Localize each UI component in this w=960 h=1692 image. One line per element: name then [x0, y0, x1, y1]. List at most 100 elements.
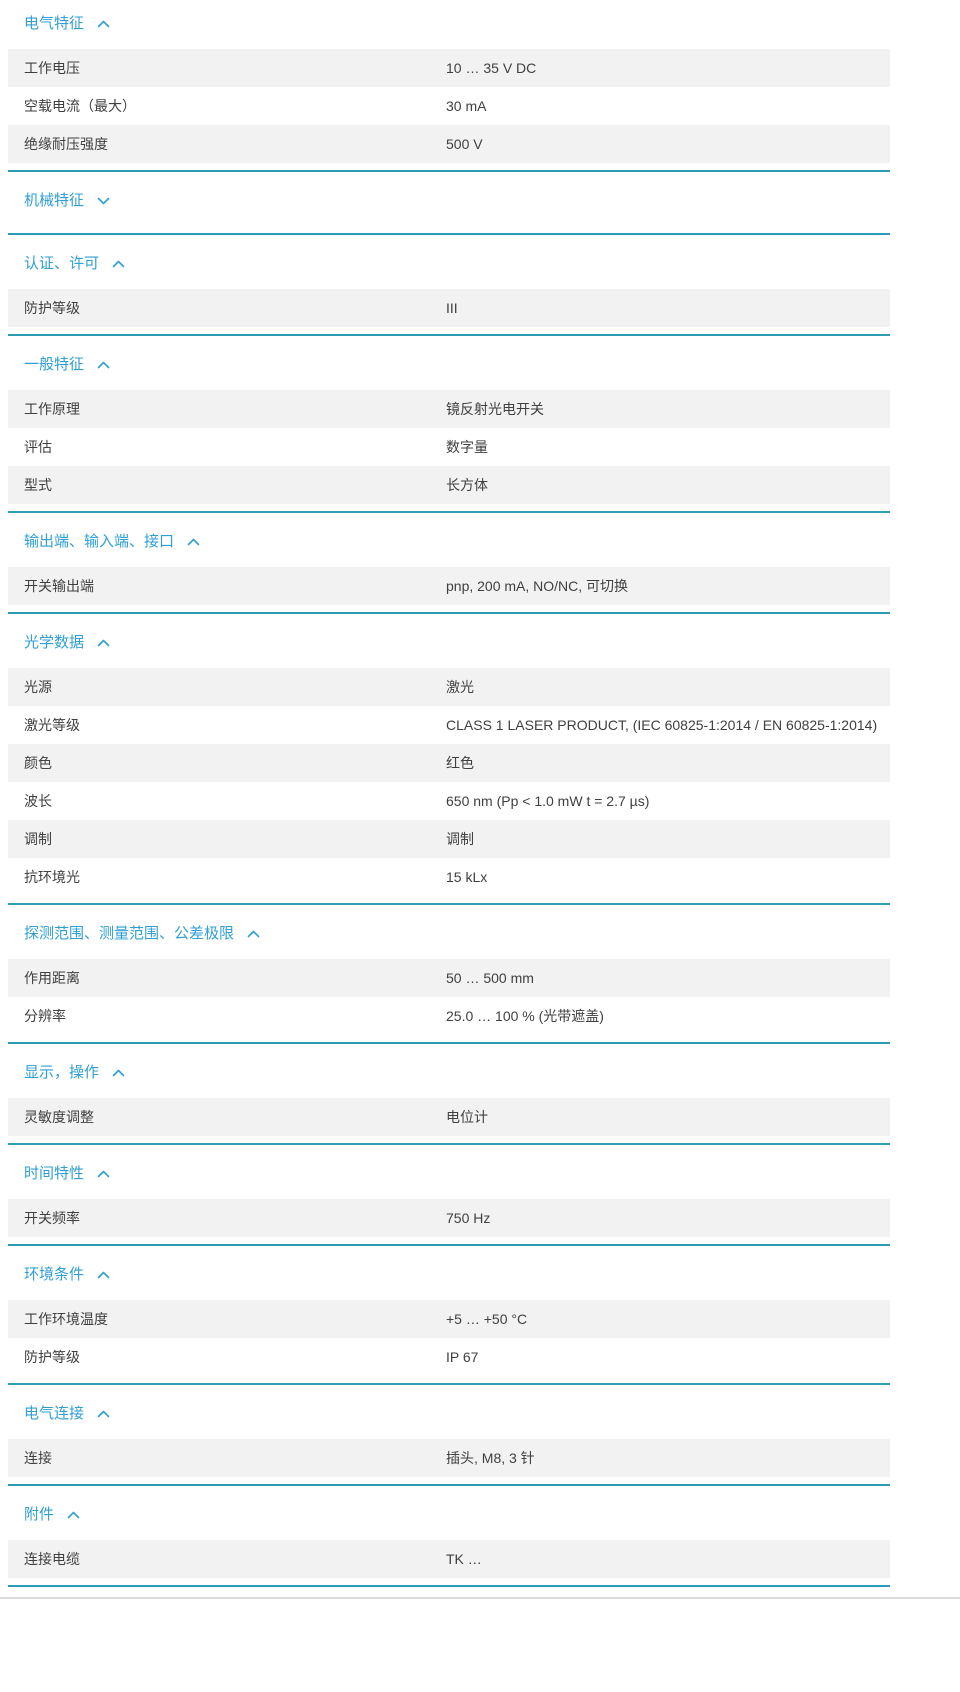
spec-row: 防护等级 III: [8, 289, 890, 327]
section-rows: 防护等级 III: [8, 289, 890, 327]
spec-label: 绝缘耐压强度: [24, 136, 108, 152]
section-header-time[interactable]: 时间特性: [8, 1145, 890, 1199]
spec-value: 插头, M8, 3 针: [446, 1450, 535, 1466]
spec-row: 灵敏度调整 电位计: [8, 1098, 890, 1136]
spec-label: 激光等级: [24, 717, 80, 733]
spec-row: 工作电压 10 … 35 V DC: [8, 49, 890, 87]
spec-label: 空载电流（最大）: [24, 98, 136, 114]
chevron-up-icon: [112, 1069, 125, 1077]
section-rows: 连接电缆 TK …: [8, 1540, 890, 1578]
spec-label: 开关频率: [24, 1210, 80, 1226]
spec-value: pnp, 200 mA, NO/NC, 可切换: [446, 578, 629, 594]
spec-row: 评估 数字量: [8, 428, 890, 466]
spec-label: 连接电缆: [24, 1551, 80, 1567]
section-header-detection-range[interactable]: 探测范围、测量范围、公差极限: [8, 905, 890, 959]
section-header-electrical[interactable]: 电气特征: [8, 0, 890, 49]
section-accessories: 附件 连接电缆 TK …: [8, 1486, 890, 1587]
spec-value: 50 … 500 mm: [446, 970, 534, 986]
section-rows: 作用距离 50 … 500 mm 分辨率 25.0 … 100 % (光带遮盖): [8, 959, 890, 1035]
section-rows: 连接 插头, M8, 3 针: [8, 1439, 890, 1477]
spec-label: 灵敏度调整: [24, 1109, 94, 1125]
spec-row: 作用距离 50 … 500 mm: [8, 959, 890, 997]
section-title: 附件: [24, 1506, 55, 1523]
spec-value: 10 … 35 V DC: [446, 60, 537, 76]
spec-label: 型式: [24, 477, 52, 493]
spec-label: 抗环境光: [24, 869, 80, 885]
spec-label: 颜色: [24, 755, 52, 771]
content-bottom-divider: [0, 1597, 960, 1599]
spec-label: 防护等级: [24, 300, 80, 316]
chevron-up-icon: [97, 1170, 110, 1178]
spec-row: 开关输出端 pnp, 200 mA, NO/NC, 可切换: [8, 567, 890, 605]
section-header-mechanical[interactable]: 机械特征: [8, 172, 890, 226]
spec-value: 调制: [446, 831, 474, 847]
spec-label: 波长: [24, 793, 52, 809]
spec-row: 绝缘耐压强度 500 V: [8, 125, 890, 163]
section-rows: 工作电压 10 … 35 V DC 空载电流（最大） 30 mA 绝缘耐压强度 …: [8, 49, 890, 163]
spec-label: 防护等级: [24, 1349, 80, 1365]
spec-label: 光源: [24, 679, 52, 695]
spec-value: 25.0 … 100 % (光带遮盖): [446, 1008, 604, 1024]
spec-value: +5 … +50 °C: [446, 1311, 528, 1327]
spec-label: 工作电压: [24, 60, 80, 76]
section-rows: 灵敏度调整 电位计: [8, 1098, 890, 1136]
chevron-up-icon: [247, 930, 260, 938]
spec-row: 防护等级 IP 67: [8, 1338, 890, 1376]
section-rows: 开关频率 750 Hz: [8, 1199, 890, 1237]
section-header-optical[interactable]: 光学数据: [8, 614, 890, 668]
section-header-approvals[interactable]: 认证、许可: [8, 235, 890, 289]
section-header-accessories[interactable]: 附件: [8, 1486, 890, 1540]
section-header-electrical-connection[interactable]: 电气连接: [8, 1385, 890, 1439]
spec-table: 电气特征 工作电压 10 … 35 V DC 空载电流（最大） 30 mA 绝缘…: [8, 0, 890, 1587]
section-outputs-inputs-interfaces: 输出端、输入端、接口 开关输出端 pnp, 200 mA, NO/NC, 可切换: [8, 513, 890, 614]
spec-value: 激光: [446, 679, 474, 695]
chevron-up-icon: [97, 1410, 110, 1418]
section-rows: 光源 激光 激光等级 CLASS 1 LASER PRODUCT, (IEC 6…: [8, 668, 890, 896]
section-title: 电气连接: [24, 1405, 85, 1422]
spec-label: 工作原理: [24, 401, 80, 417]
section-rows: 工作环境温度 +5 … +50 °C 防护等级 IP 67: [8, 1300, 890, 1376]
spec-row: 分辨率 25.0 … 100 % (光带遮盖): [8, 997, 890, 1035]
section-header-display-operation[interactable]: 显示，操作: [8, 1044, 890, 1098]
spec-label: 工作环境温度: [24, 1311, 108, 1327]
spec-row: 工作环境温度 +5 … +50 °C: [8, 1300, 890, 1338]
chevron-up-icon: [187, 538, 200, 546]
spec-value: TK …: [446, 1551, 482, 1567]
spec-label: 连接: [24, 1450, 52, 1466]
section-title: 时间特性: [24, 1165, 85, 1182]
spec-value: IP 67: [446, 1349, 479, 1365]
spec-row: 型式 长方体: [8, 466, 890, 504]
section-header-ambient[interactable]: 环境条件: [8, 1246, 890, 1300]
section-rows: 开关输出端 pnp, 200 mA, NO/NC, 可切换: [8, 567, 890, 605]
section-time-characteristics: 时间特性 开关频率 750 Hz: [8, 1145, 890, 1246]
section-detection-range: 探测范围、测量范围、公差极限 作用距离 50 … 500 mm 分辨率 25.0…: [8, 905, 890, 1044]
spec-value: CLASS 1 LASER PRODUCT, (IEC 60825-1:2014…: [446, 717, 878, 733]
section-header-general[interactable]: 一般特征: [8, 336, 890, 390]
section-title: 一般特征: [24, 356, 85, 373]
section-electrical-connection: 电气连接 连接 插头, M8, 3 针: [8, 1385, 890, 1486]
spec-row: 激光等级 CLASS 1 LASER PRODUCT, (IEC 60825-1…: [8, 706, 890, 744]
spec-value: 镜反射光电开关: [446, 401, 544, 417]
spec-row: 光源 激光: [8, 668, 890, 706]
spec-value: 750 Hz: [446, 1210, 491, 1226]
spec-label: 作用距离: [24, 970, 80, 986]
spec-row: 抗环境光 15 kLx: [8, 858, 890, 896]
spec-value: 30 mA: [446, 98, 487, 114]
section-title: 机械特征: [24, 192, 85, 209]
section-title: 电气特征: [24, 15, 85, 32]
section-title: 光学数据: [24, 634, 85, 651]
chevron-up-icon: [97, 1271, 110, 1279]
chevron-up-icon: [97, 20, 110, 28]
chevron-up-icon: [67, 1511, 80, 1519]
spec-label: 分辨率: [24, 1008, 66, 1024]
section-title: 探测范围、测量范围、公差极限: [24, 925, 235, 942]
spec-row: 连接电缆 TK …: [8, 1540, 890, 1578]
spec-value: 长方体: [446, 477, 488, 493]
spec-value: 15 kLx: [446, 869, 488, 885]
spec-row: 空载电流（最大） 30 mA: [8, 87, 890, 125]
section-header-outputs[interactable]: 输出端、输入端、接口: [8, 513, 890, 567]
spec-value: 电位计: [446, 1109, 488, 1125]
section-mechanical: 机械特征: [8, 172, 890, 235]
spec-row: 颜色 红色: [8, 744, 890, 782]
spec-row: 连接 插头, M8, 3 针: [8, 1439, 890, 1477]
